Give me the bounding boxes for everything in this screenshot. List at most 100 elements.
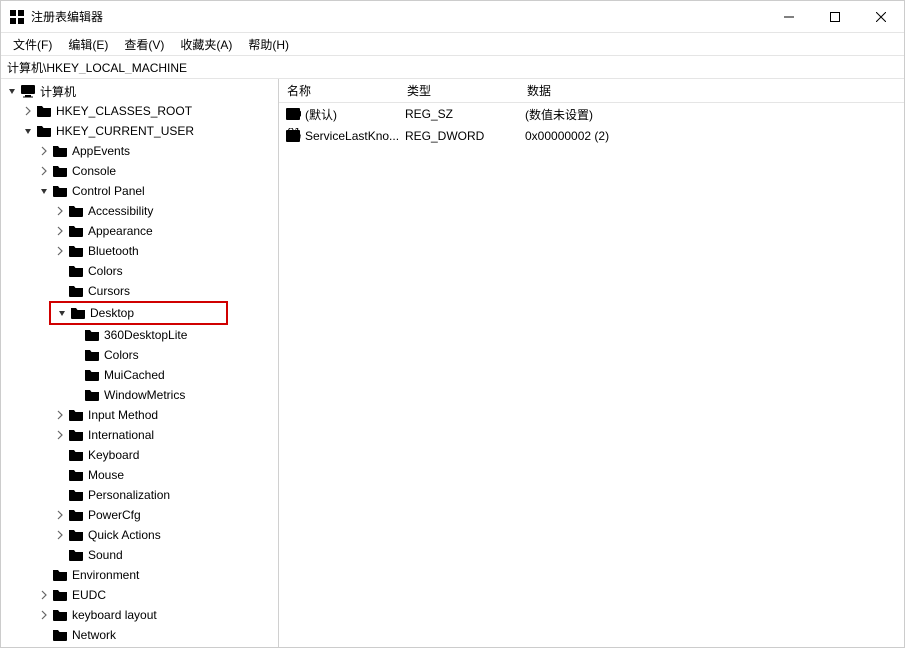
chevron-right-icon[interactable] <box>53 408 67 422</box>
tree-label: Console <box>72 164 116 178</box>
tree-label: PowerCfg <box>88 508 141 522</box>
minimize-button[interactable] <box>766 1 812 32</box>
tree-node-windowmetrics[interactable]: WindowMetrics <box>1 385 278 405</box>
close-button[interactable] <box>858 1 904 32</box>
tree-node-sound[interactable]: Sound <box>1 545 278 565</box>
chevron-down-icon[interactable] <box>21 124 35 138</box>
tree-node-colors[interactable]: Colors <box>1 261 278 281</box>
chevron-right-icon[interactable] <box>37 608 51 622</box>
chevron-right-icon[interactable] <box>53 508 67 522</box>
tree-node-bluetooth[interactable]: Bluetooth <box>1 241 278 261</box>
chevron-right-icon[interactable] <box>53 244 67 258</box>
tree-node-network[interactable]: Network <box>1 625 278 645</box>
chevron-down-icon[interactable] <box>55 306 69 320</box>
folder-icon <box>68 527 84 543</box>
chevron-down-icon[interactable] <box>37 184 51 198</box>
menu-edit[interactable]: 编辑(E) <box>60 34 116 55</box>
column-header-data[interactable]: 数据 <box>519 79 904 102</box>
tree-label: Environment <box>72 568 139 582</box>
value-type: REG_SZ <box>405 107 525 121</box>
tree-label: HKEY_CURRENT_USER <box>56 124 194 138</box>
tree-node-desktop-highlighted[interactable]: Desktop <box>49 301 228 325</box>
chevron-right-icon[interactable] <box>21 104 35 118</box>
tree-node-360desktoplite[interactable]: 360DesktopLite <box>1 325 278 345</box>
chevron-right-icon[interactable] <box>53 224 67 238</box>
folder-icon <box>70 305 86 321</box>
tree-node-eudc[interactable]: EUDC <box>1 585 278 605</box>
tree-node-controlpanel[interactable]: Control Panel Accessibility <box>1 181 278 565</box>
tree-label: 360DesktopLite <box>104 328 187 342</box>
tree-node-console[interactable]: Console <box>1 161 278 181</box>
chevron-right-icon[interactable] <box>37 588 51 602</box>
chevron-right-icon[interactable] <box>37 164 51 178</box>
tree-node-mouse[interactable]: Mouse <box>1 465 278 485</box>
registry-tree: 计算机 HKEY_CLASSES_ROOT <box>1 79 278 647</box>
folder-icon <box>52 143 68 159</box>
tree-node-accessibility[interactable]: Accessibility <box>1 201 278 221</box>
tree-node-international[interactable]: International <box>1 425 278 445</box>
tree-node-cursors[interactable]: Cursors <box>1 281 278 301</box>
expander-empty <box>69 348 83 362</box>
column-header-type[interactable]: 类型 <box>399 79 519 102</box>
tree-node-appevents[interactable]: AppEvents <box>1 141 278 161</box>
tree-node-printers[interactable]: Printers <box>1 645 278 647</box>
folder-icon <box>68 427 84 443</box>
menu-help[interactable]: 帮助(H) <box>240 34 297 55</box>
tree-label: Colors <box>104 348 139 362</box>
folder-icon <box>36 103 52 119</box>
window-controls <box>766 1 904 32</box>
tree-label: Quick Actions <box>88 528 161 542</box>
expander-empty <box>69 368 83 382</box>
tree-node-hkcu[interactable]: HKEY_CURRENT_USER AppEvents <box>1 121 278 647</box>
tree-node-powercfg[interactable]: PowerCfg <box>1 505 278 525</box>
list-row[interactable]: (默认) REG_SZ (数值未设置) <box>279 103 904 125</box>
tree-label: Sound <box>88 548 123 562</box>
chevron-right-icon[interactable] <box>37 144 51 158</box>
menu-view[interactable]: 查看(V) <box>116 34 172 55</box>
menu-favorites[interactable]: 收藏夹(A) <box>172 34 240 55</box>
chevron-right-icon[interactable] <box>53 528 67 542</box>
folder-icon <box>68 467 84 483</box>
chevron-right-icon[interactable] <box>53 204 67 218</box>
tree-pane[interactable]: 计算机 HKEY_CLASSES_ROOT <box>1 79 279 647</box>
chevron-down-icon[interactable] <box>5 84 19 98</box>
chevron-right-icon[interactable] <box>53 428 67 442</box>
tree-node-personalization[interactable]: Personalization <box>1 485 278 505</box>
tree-node-keyboard[interactable]: Keyboard <box>1 445 278 465</box>
column-header-name[interactable]: 名称 <box>279 79 399 102</box>
tree-node-quickactions[interactable]: Quick Actions <box>1 525 278 545</box>
menu-file[interactable]: 文件(F) <box>5 34 60 55</box>
tree-label: Cursors <box>88 284 130 298</box>
computer-icon <box>20 83 36 99</box>
folder-icon <box>68 283 84 299</box>
list-header: 名称 类型 数据 <box>279 79 904 103</box>
folder-icon <box>68 243 84 259</box>
expander-empty <box>37 568 51 582</box>
tree-label: Input Method <box>88 408 158 422</box>
tree-node-desktop-colors[interactable]: Colors <box>1 345 278 365</box>
expander-empty <box>53 284 67 298</box>
folder-icon <box>52 587 68 603</box>
tree-node-computer[interactable]: 计算机 HKEY_CLASSES_ROOT <box>1 81 278 647</box>
tree-node-keyboardlayout[interactable]: keyboard layout <box>1 605 278 625</box>
tree-label: AppEvents <box>72 144 130 158</box>
value-name: (默认) <box>305 106 405 123</box>
tree-node-appearance[interactable]: Appearance <box>1 221 278 241</box>
list-pane[interactable]: 名称 类型 数据 (默认) REG_SZ (数值未设置) ServiceLast… <box>279 79 904 647</box>
tree-node-inputmethod[interactable]: Input Method <box>1 405 278 425</box>
expander-empty <box>69 388 83 402</box>
folder-icon <box>52 567 68 583</box>
list-row[interactable]: ServiceLastKno... REG_DWORD 0x00000002 (… <box>279 125 904 147</box>
tree-node-muicached[interactable]: MuiCached <box>1 365 278 385</box>
expander-empty <box>53 548 67 562</box>
folder-icon <box>68 547 84 563</box>
maximize-button[interactable] <box>812 1 858 32</box>
tree-label: 计算机 <box>40 83 76 100</box>
tree-label: Network <box>72 628 116 642</box>
tree-node-hkcr[interactable]: HKEY_CLASSES_ROOT <box>1 101 278 121</box>
tree-label: Bluetooth <box>88 244 139 258</box>
expander-empty <box>53 448 67 462</box>
address-input[interactable] <box>7 60 898 74</box>
tree-node-environment[interactable]: Environment <box>1 565 278 585</box>
tree-label: Control Panel <box>72 184 145 198</box>
